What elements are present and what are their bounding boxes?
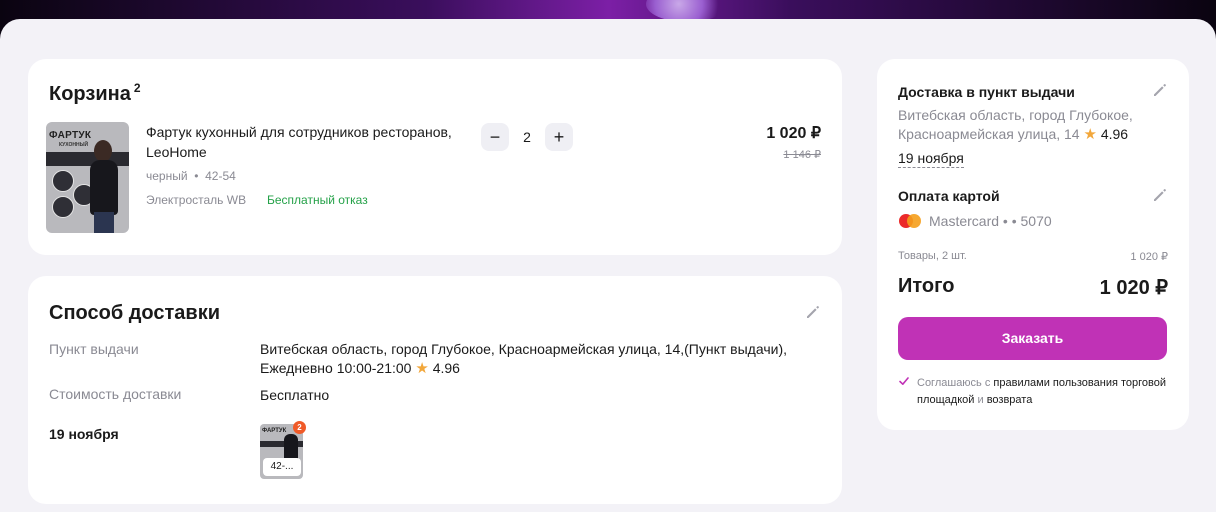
- product-image-model-legs: [94, 212, 114, 233]
- summary-address-line2-row: Красноармейская улица, 14 ★ 4.96: [898, 125, 1168, 144]
- goods-count-label: Товары, 2 шт.: [898, 250, 967, 262]
- product-color: черный: [146, 169, 188, 183]
- product-image-apron: [90, 160, 118, 215]
- edit-pickup-icon[interactable]: [1152, 82, 1168, 98]
- star-icon: ★: [1083, 126, 1097, 143]
- order-summary: Доставка в пункт выдачи Витебская област…: [877, 59, 1189, 430]
- cart-title: Корзина 2: [49, 81, 141, 106]
- return-policy-link[interactable]: Бесплатный отказ: [267, 193, 368, 207]
- product-image[interactable]: ФАРТУК КУХОННЫЙ: [46, 122, 129, 233]
- total-label: Итого: [898, 275, 955, 297]
- edit-delivery-icon[interactable]: [805, 304, 821, 320]
- agree-prefix: Соглашаюсь с: [917, 377, 991, 389]
- quantity-decrease-button[interactable]: −: [481, 123, 509, 151]
- product-old-price: 1 146 ₽: [783, 149, 821, 161]
- card-last4: 5070: [1020, 213, 1052, 229]
- star-icon: ★: [415, 360, 429, 377]
- summary-delivery-date[interactable]: 19 ноября: [898, 150, 964, 168]
- product-name-link[interactable]: Фартук кухонный для сотрудников ресторан…: [146, 122, 476, 162]
- delivery-item-thumbnail[interactable]: ФАРТУК 42-... 2: [260, 421, 306, 479]
- attr-separator: •: [190, 169, 202, 183]
- pickup-address: Витебская область, город Глубокое, Красн…: [260, 341, 787, 357]
- thumbnail-image-title: ФАРТУК: [262, 428, 287, 434]
- summary-rating: 4.96: [1100, 126, 1129, 142]
- product-image-model-head: [94, 140, 112, 162]
- product-image-badge: [52, 170, 74, 192]
- payment-title: Оплата картой: [898, 188, 1000, 204]
- delivery-method-section: Способ доставки Пункт выдачи Витебская о…: [28, 276, 842, 504]
- mastercard-icon: [899, 214, 921, 228]
- product-price: 1 020 ₽: [766, 125, 821, 142]
- delivery-cost-value: Бесплатно: [260, 387, 330, 403]
- payment-card-info: Mastercard • • 5070: [929, 213, 1052, 229]
- thumbnail-size-label: 42-...: [263, 458, 301, 476]
- product-image-subtitle: КУХОННЫЙ: [59, 142, 89, 148]
- total-value: 1 020 ₽: [1099, 277, 1168, 299]
- agree-conjunction: и: [977, 394, 984, 406]
- card-name: Mastercard: [929, 213, 1000, 229]
- product-size: 42-54: [205, 169, 236, 183]
- product-attributes: черный • 42-54: [146, 169, 236, 183]
- product-warehouse: Электросталь WB: [146, 193, 247, 207]
- cart-section: Корзина 2 ФАРТУК КУХОННЫЙ Фартук кухонный…: [28, 59, 842, 255]
- return-rules-link[interactable]: возврата: [987, 394, 1033, 406]
- edit-payment-icon[interactable]: [1152, 187, 1168, 203]
- summary-address-line2: Красноармейская улица, 14: [898, 126, 1080, 142]
- delivery-date: 19 ноября: [49, 426, 119, 442]
- summary-address: Витебская область, город Глубокое, Красн…: [898, 106, 1168, 144]
- cart-title-text: Корзина: [49, 83, 131, 105]
- thumbnail-count-badge: 2: [293, 421, 306, 434]
- product-image-badge: [52, 196, 74, 218]
- pickup-point-value: Витебская область, город Глубокое, Красн…: [260, 340, 787, 378]
- delivery-cost-label: Стоимость доставки: [49, 386, 182, 402]
- cart-count: 2: [133, 81, 141, 95]
- goods-sum-value: 1 020 ₽: [1130, 251, 1168, 263]
- pickup-point-label: Пункт выдачи: [49, 341, 139, 357]
- pickup-hours-line: Ежедневно 10:00-21:00 ★ 4.96: [260, 359, 787, 378]
- place-order-button[interactable]: Заказать: [898, 317, 1167, 360]
- summary-delivery-title: Доставка в пункт выдачи: [898, 84, 1075, 100]
- delivery-method-title: Способ доставки: [49, 302, 221, 324]
- quantity-increase-button[interactable]: +: [545, 123, 573, 151]
- terms-agreement: Соглашаюсь с правилами пользования торго…: [917, 375, 1167, 409]
- summary-address-line1: Витебская область, город Глубокое,: [898, 107, 1133, 123]
- product-image-title: ФАРТУК: [49, 130, 92, 141]
- pickup-hours: Ежедневно 10:00-21:00: [260, 360, 412, 376]
- checkmark-icon[interactable]: [898, 375, 910, 387]
- card-mask: • •: [1002, 213, 1017, 229]
- checkout-page: Корзина 2 ФАРТУК КУХОННЫЙ Фартук кухонный…: [0, 19, 1216, 512]
- quantity-value: 2: [523, 129, 531, 145]
- pickup-rating: 4.96: [432, 360, 460, 376]
